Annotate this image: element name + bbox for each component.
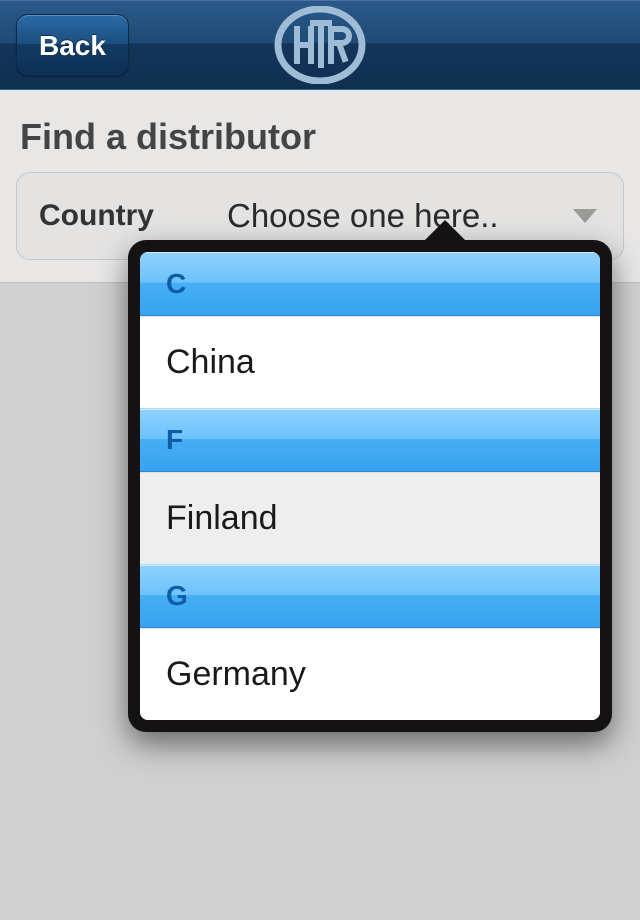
back-button[interactable]: Back xyxy=(16,14,129,76)
back-button-label: Back xyxy=(39,30,106,61)
section-header-c: C xyxy=(140,252,600,316)
navbar: Back xyxy=(0,0,640,90)
country-popover: C China F Finland G Germany xyxy=(128,240,612,732)
section-header-f: F xyxy=(140,408,600,472)
list-item-label: Finland xyxy=(166,499,278,538)
country-listbox[interactable]: C China F Finland G Germany xyxy=(140,252,600,720)
country-label: Country xyxy=(17,199,227,233)
list-item-china[interactable]: China xyxy=(140,316,600,408)
page-title: Find a distributor xyxy=(20,116,624,158)
chevron-down-icon xyxy=(573,209,597,223)
list-item-label: China xyxy=(166,343,255,382)
popover-body: C China F Finland G Germany xyxy=(128,240,612,732)
section-header-label: C xyxy=(166,268,186,300)
section-header-g: G xyxy=(140,564,600,628)
popover-arrow-icon xyxy=(423,220,467,242)
list-item-germany[interactable]: Germany xyxy=(140,628,600,720)
section-header-label: G xyxy=(166,580,188,612)
list-item-label: Germany xyxy=(166,655,306,694)
logo-htr xyxy=(272,6,368,84)
list-item-finland[interactable]: Finland xyxy=(140,472,600,564)
section-header-label: F xyxy=(166,424,183,456)
